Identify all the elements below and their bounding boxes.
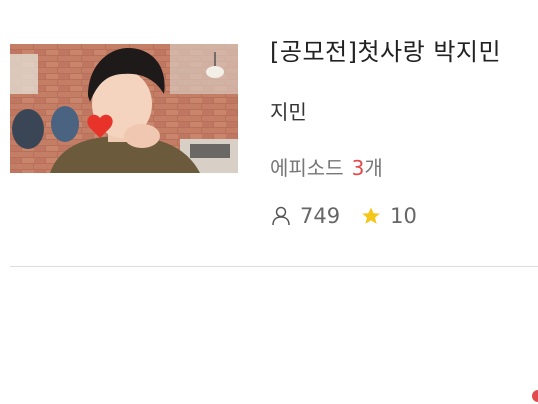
person-icon (270, 205, 292, 227)
thumbnail-image (10, 44, 238, 173)
episode-count: 에피소드 3개 (270, 152, 383, 181)
star-icon (360, 205, 382, 227)
story-thumbnail[interactable] (10, 44, 238, 173)
view-count: 749 (300, 204, 341, 228)
story-author[interactable]: 지민 (270, 96, 307, 125)
story-list-item[interactable]: [공모전]첫사랑 박지민 지민 에피소드 3개 749 10 (0, 0, 538, 404)
story-title[interactable]: [공모전]첫사랑 박지민 (270, 32, 538, 67)
episode-label: 에피소드 (270, 156, 344, 180)
story-stats: 749 10 (270, 204, 417, 228)
corner-indicator (532, 390, 538, 402)
episode-count-unit: 개 (364, 156, 383, 180)
episode-count-value: 3 (351, 156, 365, 180)
rating-count: 10 (390, 204, 417, 228)
list-divider (10, 266, 538, 267)
